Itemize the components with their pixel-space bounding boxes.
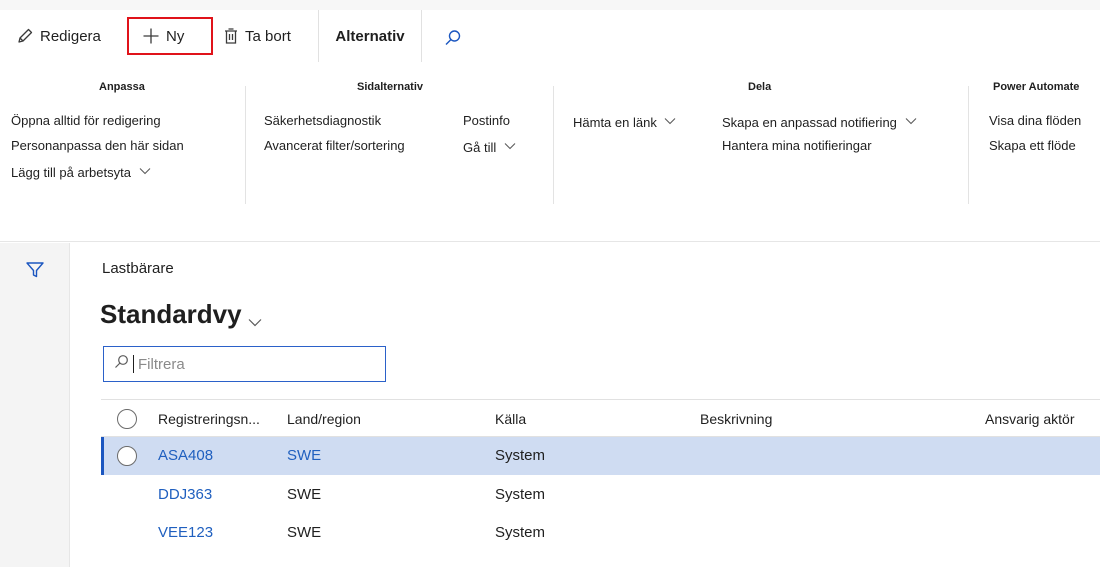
- column-header-registration[interactable]: Registreringsn...: [158, 400, 260, 438]
- ribbon-item-create-flow[interactable]: Skapa ett flöde: [989, 138, 1076, 153]
- delete-button[interactable]: Ta bort: [223, 22, 291, 50]
- tab-alternativ[interactable]: Alternativ: [318, 10, 422, 62]
- ribbon-item-label: Hämta en länk: [573, 115, 657, 130]
- chevron-down-icon: [504, 138, 516, 153]
- filter-input[interactable]: [138, 355, 378, 373]
- table-row[interactable]: ASA408 SWE System: [101, 437, 1100, 475]
- column-header-country-region[interactable]: Land/region: [287, 400, 361, 438]
- ribbon-item-add-to-workspace[interactable]: Lägg till på arbetsyta: [11, 163, 151, 180]
- action-pane: Redigera Ny Ta bort Alternativ: [0, 0, 1100, 62]
- filter-pane-button[interactable]: [24, 259, 46, 281]
- ribbon-item-view-flows[interactable]: Visa dina flöden: [989, 113, 1081, 128]
- ribbon-item-label: Lägg till på arbetsyta: [11, 165, 131, 180]
- view-selector[interactable]: Standardvy: [100, 295, 262, 334]
- ribbon-item-label: Skapa en anpassad notifiering: [722, 115, 897, 130]
- country-region-cell: SWE: [287, 524, 322, 541]
- quick-filter[interactable]: [103, 346, 386, 382]
- table-row[interactable]: DDJ363 SWE System: [101, 476, 1100, 514]
- group-title-sidalternativ: Sidalternativ: [357, 81, 424, 93]
- registration-link[interactable]: VEE123: [158, 514, 213, 552]
- options-ribbon: Anpassa Öppna alltid för redigering Pers…: [0, 62, 1100, 242]
- list-page: Lastbärare Standardvy Registreringsn... …: [71, 243, 1100, 567]
- country-region-cell: SWE: [287, 486, 322, 503]
- column-header-responsible-party[interactable]: Ansvarig aktör: [985, 400, 1074, 438]
- row-select-radio[interactable]: [117, 446, 137, 466]
- table-row[interactable]: VEE123 SWE System: [101, 514, 1100, 552]
- ribbon-separator: [968, 86, 969, 204]
- source-cell: System: [495, 447, 546, 464]
- ribbon-item-label: Gå till: [463, 140, 497, 155]
- filter-icon: [24, 262, 46, 285]
- ribbon-item-go-to[interactable]: Gå till: [463, 138, 516, 155]
- ribbon-item-security-diagnostics[interactable]: Säkerhetsdiagnostik: [264, 113, 381, 128]
- pencil-icon: [16, 27, 34, 45]
- delete-button-label: Ta bort: [245, 27, 291, 45]
- view-name: Standardvy: [100, 299, 242, 329]
- search-icon: [444, 29, 462, 47]
- page-caption: Lastbärare: [102, 260, 174, 277]
- text-caret: [133, 355, 134, 373]
- source-cell: System: [495, 486, 546, 503]
- plus-icon: [142, 27, 160, 45]
- ribbon-separator: [245, 86, 246, 204]
- grid-header-row: Registreringsn... Land/region Källa Besk…: [101, 399, 1100, 437]
- chevron-down-icon: [248, 303, 262, 334]
- ribbon-item-advanced-filter[interactable]: Avancerat filter/sortering: [264, 138, 405, 153]
- new-button[interactable]: Ny: [127, 17, 213, 55]
- ribbon-item-manage-alerts[interactable]: Hantera mina notifieringar: [722, 138, 872, 153]
- tab-alternativ-label: Alternativ: [335, 27, 405, 45]
- source-cell: System: [495, 524, 546, 541]
- ribbon-item-create-custom-alert[interactable]: Skapa en anpassad notifiering: [722, 113, 917, 130]
- ribbon-item-personalize-page[interactable]: Personanpassa den här sidan: [11, 138, 184, 153]
- left-rail: [0, 243, 70, 567]
- column-header-source[interactable]: Källa: [495, 400, 526, 438]
- column-header-description[interactable]: Beskrivning: [700, 400, 772, 438]
- search-icon: [114, 354, 129, 374]
- ribbon-item-open-always-edit[interactable]: Öppna alltid för redigering: [11, 113, 161, 128]
- selected-row-indicator: [101, 437, 104, 475]
- group-title-power-automate: Power Automate: [993, 81, 1080, 93]
- chevron-down-icon: [664, 113, 676, 128]
- trash-icon: [223, 27, 239, 45]
- edit-button[interactable]: Redigera: [16, 22, 101, 50]
- country-region-cell[interactable]: SWE: [287, 437, 321, 475]
- group-title-dela: Dela: [748, 81, 772, 93]
- edit-button-label: Redigera: [40, 27, 101, 45]
- registration-link[interactable]: ASA408: [158, 437, 213, 475]
- new-button-label: Ny: [166, 27, 185, 45]
- ribbon-separator: [553, 86, 554, 204]
- chevron-down-icon: [139, 163, 151, 178]
- registration-link[interactable]: DDJ363: [158, 476, 212, 514]
- ribbon-item-record-info[interactable]: Postinfo: [463, 113, 510, 128]
- action-search-button[interactable]: [444, 24, 462, 52]
- chevron-down-icon: [905, 113, 917, 128]
- select-all-radio[interactable]: [117, 409, 137, 429]
- ribbon-item-get-link[interactable]: Hämta en länk: [573, 113, 676, 130]
- group-title-anpassa: Anpassa: [99, 81, 145, 93]
- action-pane-top-strip: [0, 0, 1100, 10]
